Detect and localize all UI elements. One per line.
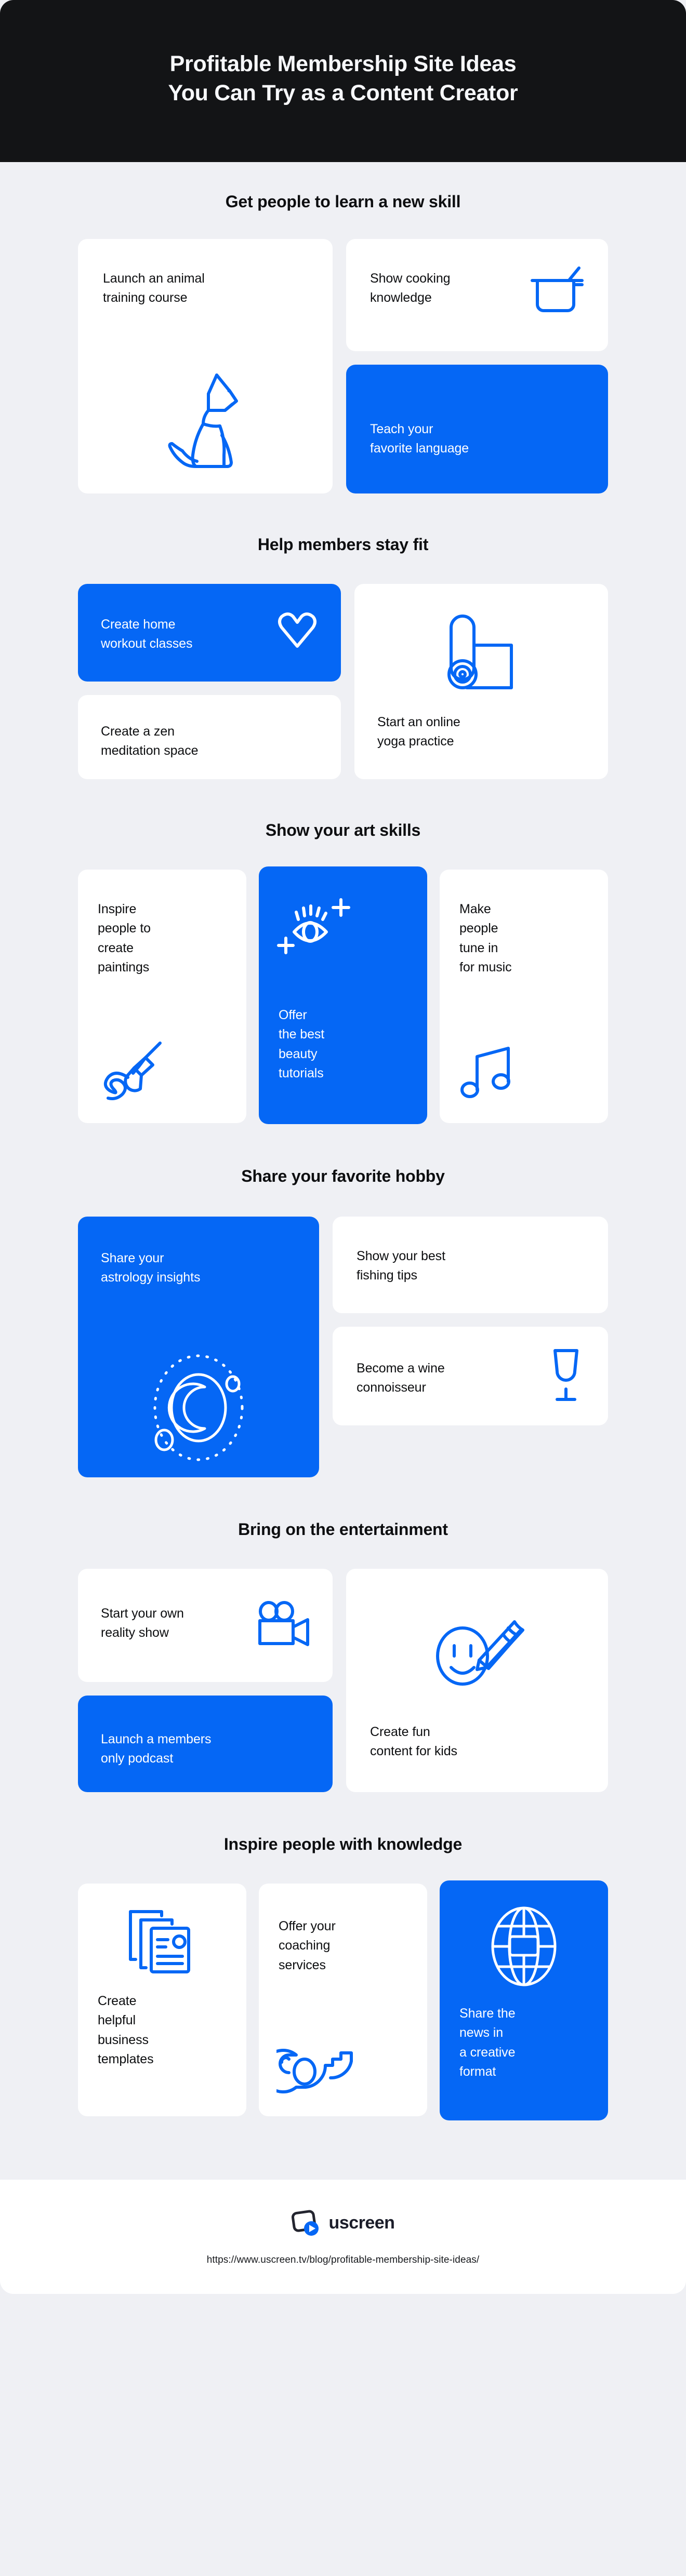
music-note-icon [457, 1045, 520, 1101]
header-banner: Profitable Membership Site Ideas You Can… [0, 0, 686, 162]
eye-sparkle-icon [275, 891, 363, 964]
idea-card-reality-show[interactable]: Start your own reality show [78, 1568, 333, 1682]
section-learn-new-skill: Get people to learn a new skill Launch a… [0, 162, 686, 493]
dog-icon [159, 363, 252, 475]
section-inspire-knowledge: Inspire people with knowledge Create hel… [0, 1792, 686, 2120]
idea-card-label: Create helpful business templates [98, 1993, 154, 2067]
bottom-spacer [0, 2120, 686, 2180]
idea-card-show-cooking[interactable]: Show cooking knowledge [346, 238, 608, 351]
idea-card-label: Make people tune in for music [459, 901, 512, 975]
idea-card-coaching-services[interactable]: Offer your coaching services [259, 1883, 427, 2116]
section-stay-fit: Help members stay fit Create home workou… [0, 493, 686, 779]
footer-url[interactable]: https://www.uscreen.tv/blog/profitable-m… [0, 2254, 686, 2266]
page-title-line-1: Profitable Membership Site Ideas [169, 51, 517, 76]
idea-card-wine-connoisseur[interactable]: Become a wine connoisseur [333, 1326, 608, 1425]
whistle-icon [276, 2034, 357, 2094]
cooking-pot-icon [529, 266, 586, 316]
section-heading: Show your art skills [265, 820, 421, 839]
uscreen-wordmark: uscreen [328, 2213, 395, 2233]
section-art-skills: Show your art skills Inspire people to c… [0, 779, 686, 1124]
idea-card-beauty-tutorials[interactable]: Offer the best beauty tutorials [259, 866, 427, 1124]
wine-glass-icon [549, 1347, 583, 1403]
heart-icon [276, 612, 318, 649]
idea-card-zen-meditation[interactable]: Create a zen meditation space [78, 695, 341, 779]
documents-icon [124, 1905, 200, 1975]
yoga-mat-icon [446, 614, 517, 695]
idea-card-label: Create a zen meditation space [101, 724, 199, 758]
idea-card-tune-in-music[interactable]: Make people tune in for music [440, 869, 608, 1123]
section-heading: Bring on the entertainment [238, 1519, 448, 1539]
crayon-smiley-icon [425, 1592, 529, 1696]
idea-card-share-news[interactable]: Share the news in a creative format [440, 1880, 608, 2120]
idea-card-inspire-paintings[interactable]: Inspire people to create paintings [78, 869, 246, 1123]
idea-card-label: Share the news in a creative format [459, 2006, 516, 2079]
idea-card-label: Teach your favorite language [370, 421, 469, 456]
idea-card-astrology-insights[interactable]: Share your astrology insights [78, 1216, 319, 1477]
uscreen-logo[interactable]: uscreen [0, 2210, 686, 2237]
moon-orbit-icon [140, 1350, 257, 1466]
idea-card-business-templates[interactable]: Create helpful business templates [78, 1883, 246, 2116]
idea-card-teach-language[interactable]: Teach your favorite language [346, 364, 608, 493]
idea-card-home-workout[interactable]: Create home workout classes [78, 583, 341, 682]
idea-card-label: Start an online yoga practice [377, 714, 460, 749]
uscreen-play-logo-icon [291, 2210, 321, 2237]
idea-card-members-podcast[interactable]: Launch a members only podcast [78, 1695, 333, 1792]
idea-card-animal-training[interactable]: Launch an animal training course [78, 238, 333, 493]
section-entertainment: Bring on the entertainment Start your ow… [0, 1477, 686, 1792]
video-camera-icon [254, 1600, 311, 1648]
section-heading: Get people to learn a new skill [225, 192, 461, 211]
section-heading: Share your favorite hobby [241, 1166, 445, 1185]
paintbrush-icon [96, 1040, 163, 1103]
section-heading: Help members stay fit [257, 535, 429, 554]
idea-card-label: Create fun content for kids [370, 1724, 457, 1759]
globe-icon [487, 1905, 561, 1987]
page-title: Profitable Membership Site Ideas You Can… [62, 50, 624, 108]
idea-card-label: Offer the best beauty tutorials [279, 1007, 325, 1081]
idea-card-fishing-tips[interactable]: Show your best fishing tips [333, 1216, 608, 1313]
idea-card-label: Show your best fishing tips [357, 1248, 445, 1283]
footer: uscreen https://www.uscreen.tv/blog/prof… [0, 2179, 686, 2294]
idea-card-label: Launch a members only podcast [101, 1731, 212, 1766]
infographic-page: Profitable Membership Site Ideas You Can… [0, 0, 686, 2576]
idea-card-online-yoga[interactable]: Start an online yoga practice [354, 583, 608, 779]
idea-card-label: Launch an animal training course [103, 271, 205, 305]
section-favorite-hobby: Share your favorite hobby Share your ast… [0, 1124, 686, 1477]
idea-card-label: Offer your coaching services [279, 1918, 336, 1972]
idea-card-label: Share your astrology insights [101, 1250, 201, 1285]
section-heading: Inspire people with knowledge [223, 1834, 463, 1853]
page-title-line-2: You Can Try as a Content Creator [168, 80, 518, 105]
idea-card-label: Inspire people to create paintings [98, 901, 151, 975]
idea-card-content-for-kids[interactable]: Create fun content for kids [346, 1568, 608, 1792]
